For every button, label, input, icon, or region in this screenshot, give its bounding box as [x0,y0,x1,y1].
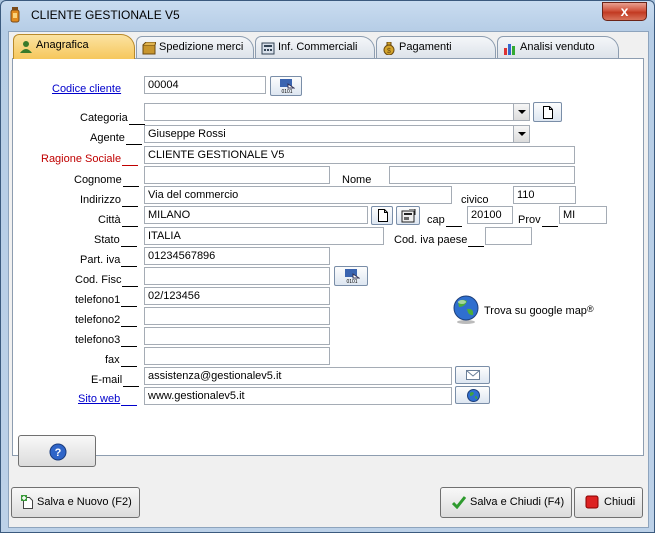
new-document-icon [378,209,388,222]
cod-fisc-label: Cod. Fisc [75,273,139,287]
fax-label: fax [105,353,137,367]
barcode-icon: 0101 [345,269,360,284]
prov-field[interactable]: MI [559,206,607,224]
cod-fisc-field[interactable] [144,267,330,285]
tab-label: Spedizione merci [159,41,244,53]
telefono3-label: telefono3 [75,333,138,347]
prov-label: Prov [518,213,558,227]
money-bag-icon: $ [383,42,395,55]
citta-list-button[interactable] [396,206,420,225]
codice-cliente-label[interactable]: Codice cliente [52,82,121,96]
agente-select[interactable]: Giuseppe Rossi [144,125,530,143]
barcode-icon: 0101 [280,79,295,94]
open-website-button[interactable] [455,386,490,404]
chiudi-label: Chiudi [604,496,636,508]
civico-label: civico [461,193,506,207]
cod-iva-paese-field[interactable] [485,227,532,245]
calculator-icon [261,42,275,55]
new-categoria-button[interactable] [533,102,562,122]
tab-label: Analisi venduto [520,41,595,53]
fax-field[interactable] [144,347,330,365]
email-field[interactable]: assistenza@gestionalev5.it [144,367,452,385]
agente-label: Agente [90,131,142,145]
checkmark-icon [452,496,466,509]
stato-field[interactable]: ITALIA [144,227,384,245]
indirizzo-label: Indirizzo [80,193,138,207]
sito-web-field[interactable]: www.gestionalev5.it [144,387,452,405]
box-icon [142,42,156,55]
send-email-button[interactable] [455,366,490,384]
tab-label: Inf. Commerciali [278,41,358,53]
envelope-icon [466,370,480,380]
chevron-down-icon[interactable] [513,104,529,120]
tab-anagrafica[interactable]: Anagrafica [13,34,135,59]
svg-text:0101: 0101 [281,89,292,94]
address-book-icon [401,209,416,223]
telefono2-label: telefono2 [75,313,138,327]
window-title: CLIENTE GESTIONALE V5 [31,8,180,22]
indirizzo-field[interactable]: Via del commercio [144,186,452,204]
categoria-label: Categoria [80,111,145,125]
bar-chart-icon [504,44,515,55]
globe-icon [453,295,479,324]
cognome-field[interactable] [144,166,330,184]
client-area: Anagrafica Spedizione merci Inf. Commerc… [8,31,649,528]
chevron-down-icon[interactable] [513,126,529,142]
cap-label: cap [427,213,462,227]
tab-label: Pagamenti [399,41,452,53]
telefono3-field[interactable] [144,327,330,345]
citta-lookup-button[interactable] [371,206,393,225]
civico-field[interactable]: 110 [513,186,576,204]
help-button[interactable]: ? [18,435,96,467]
help-icon: ? [49,443,67,461]
salva-chiudi-button[interactable]: Salva e Chiudi (F4) [440,487,572,518]
svg-text:$: $ [387,48,391,55]
cognome-label: Cognome [74,173,139,187]
telefono1-label: telefono1 [75,293,138,307]
cap-field[interactable]: 20100 [467,206,513,224]
tab-label: Anagrafica [36,39,89,51]
globe-icon [467,389,480,402]
categoria-select[interactable] [144,103,530,121]
salva-chiudi-label: Salva e Chiudi (F4) [470,496,565,508]
svg-text:0101: 0101 [346,279,357,284]
salva-nuovo-button[interactable]: Salva e Nuovo (F2) [11,487,140,518]
close-button[interactable]: x [602,2,647,21]
ragione-sociale-label: Ragione Sociale [41,152,139,166]
nome-label: Nome [342,173,389,187]
app-icon [10,7,20,23]
new-document-icon [543,106,553,119]
cod-iva-paese-label: Cod. iva paese [394,233,485,247]
registered-icon: ® [587,304,594,314]
tab-analisi-venduto[interactable]: Analisi venduto [497,36,619,58]
svg-text:?: ? [55,447,62,459]
salva-nuovo-label: Salva e Nuovo (F2) [37,496,132,508]
part-iva-field[interactable]: 01234567896 [144,247,330,265]
chiudi-button[interactable]: Chiudi [574,487,643,518]
sito-web-label[interactable]: Sito web [78,392,138,406]
barcode-button[interactable]: 0101 [270,76,302,96]
telefono2-field[interactable] [144,307,330,325]
tab-pagamenti[interactable]: $ Pagamenti [376,36,496,58]
nome-field[interactable] [389,166,575,184]
cod-fisc-calc-button[interactable]: 0101 [334,266,368,286]
anagrafica-panel: Codice cliente 00004 0101 Categoria Agen… [12,58,644,467]
new-document-icon [21,495,33,509]
tab-inf-commerciali[interactable]: Inf. Commerciali [255,36,375,58]
email-label: E-mail [91,373,140,387]
title-bar: CLIENTE GESTIONALE V5 x [1,1,654,29]
telefono1-field[interactable]: 02/123456 [144,287,330,305]
ragione-sociale-field[interactable]: CLIENTE GESTIONALE V5 [144,146,575,164]
google-map-label: Trova su google map [484,305,587,317]
tab-spedizione-merci[interactable]: Spedizione merci [136,36,254,58]
stop-icon [585,495,599,509]
person-icon [20,41,32,53]
citta-label: Città [98,213,138,227]
part-iva-label: Part. iva [80,253,138,267]
window: CLIENTE GESTIONALE V5 x Anagrafica Spedi… [0,0,655,533]
google-map-link[interactable]: Trova su google map ® [452,294,622,326]
citta-field[interactable]: MILANO [144,206,368,224]
codice-cliente-field[interactable]: 00004 [144,76,266,94]
stato-label: Stato [94,233,137,247]
